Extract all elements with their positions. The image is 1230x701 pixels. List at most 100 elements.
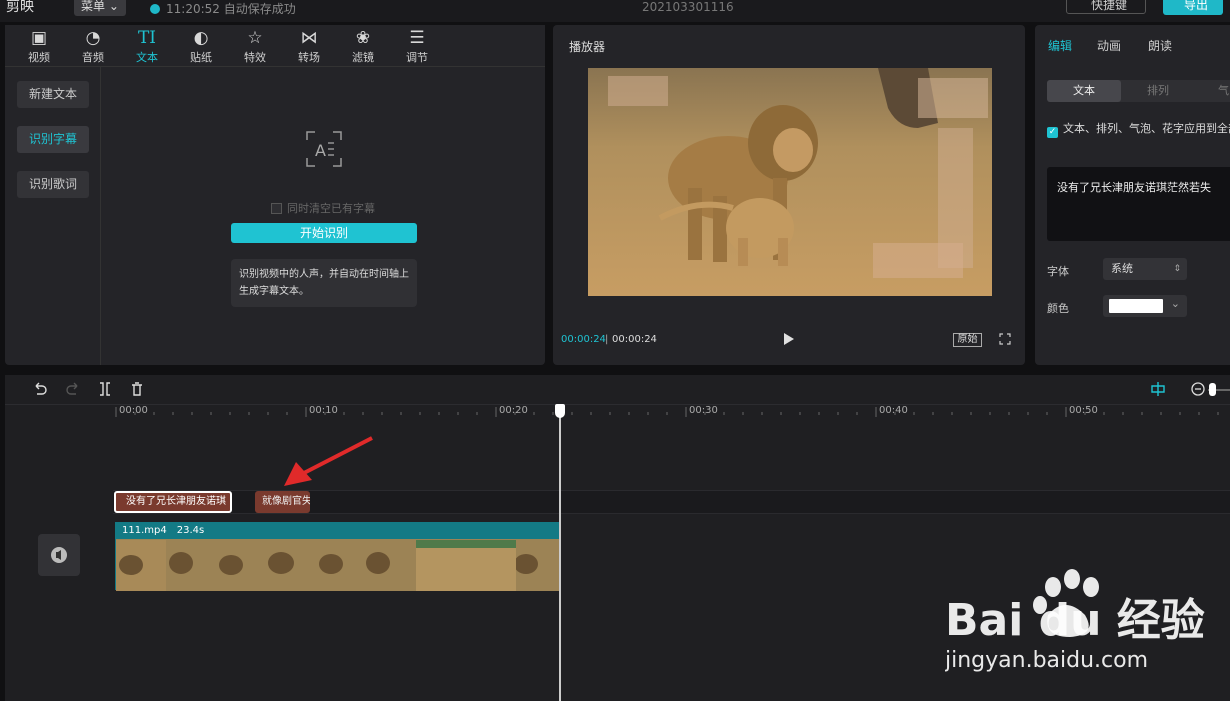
segment-text[interactable]: 文本 (1047, 80, 1121, 102)
original-ratio-button[interactable]: 原始 (953, 333, 982, 347)
recognize-description: 识别视频中的人声，并自动在时间轴上生成字幕文本。 (231, 259, 417, 307)
speaker-icon (51, 547, 67, 563)
redo-icon[interactable] (65, 381, 81, 397)
subtitle-clip-selected[interactable]: 没有了兄长津朋友诺琪 (114, 491, 232, 513)
media-tabs: ▣ 视频 ◔ 音频 TI 文本 ◐ 贴纸 ☆ 特效 ⋈ 转场 ❀ 滤镜 ☰ 调节 (5, 25, 545, 67)
check-icon (150, 4, 160, 14)
tab-label: 调节 (406, 51, 428, 64)
tab-label: 音频 (82, 51, 104, 64)
tab-text[interactable]: TI 文本 (125, 27, 169, 65)
tab-label: 视频 (28, 51, 50, 64)
time-ruler[interactable] (113, 405, 1230, 419)
baidu-jingyan-watermark: Bai du 经验 jingyan.baidu.com (945, 569, 1205, 673)
tab-transition[interactable]: ⋈ 转场 (287, 27, 331, 65)
tick-label: 00:40 (879, 405, 908, 416)
text-sidebar: 新建文本 识别字幕 识别歌词 (5, 67, 101, 365)
undo-icon[interactable] (32, 381, 48, 397)
shortcut-label: 快捷键 (1091, 0, 1128, 12)
clear-subtitles-checkbox[interactable]: 同时清空已有字幕 (271, 200, 375, 216)
effects-icon: ☆ (247, 28, 263, 48)
tab-video[interactable]: ▣ 视频 (17, 27, 61, 65)
play-icon[interactable] (784, 333, 794, 345)
playhead-handle[interactable] (555, 404, 565, 418)
lion-scene-image (588, 68, 992, 296)
current-time: 00:00:24 (561, 334, 606, 345)
segment-arrange[interactable]: 排列 (1147, 80, 1169, 102)
stepper-icon: ⇕ (1173, 264, 1181, 274)
red-arrow-annotation (284, 436, 373, 486)
snap-icon[interactable] (1150, 381, 1166, 397)
timeline-toolbar (5, 375, 1230, 405)
video-clip-header: 111.mp4 23.4s (115, 522, 560, 539)
tab-effects[interactable]: ☆ 特效 (233, 27, 277, 65)
tab-filter[interactable]: ❀ 滤镜 (341, 27, 385, 65)
time-separator: | (605, 334, 609, 345)
tab-adjust[interactable]: ☰ 调节 (395, 27, 439, 65)
watermark-url: jingyan.baidu.com (945, 648, 1148, 673)
color-swatch (1109, 299, 1163, 313)
subtitle-recognize-icon: A (306, 131, 342, 167)
tick-label: 00:30 (689, 405, 718, 416)
text-content-input[interactable]: 没有了兄长津朋友诺琪茫然若失 (1047, 167, 1230, 241)
start-recognize-button[interactable]: 开始识别 (231, 223, 417, 243)
apply-all-checkbox[interactable]: ✓ 文本、排列、气泡、花字应用到全部 (1047, 120, 1230, 138)
zoom-out-icon[interactable] (1190, 381, 1206, 397)
tab-label: 文本 (136, 51, 158, 64)
player-title: 播放器 (569, 40, 606, 54)
tab-edit[interactable]: 编辑 (1048, 37, 1072, 54)
save-status-text: 11:20:52 自动保存成功 (166, 2, 296, 16)
watermark-brand: Bai du 经验 (945, 595, 1205, 646)
tick-label: 00:20 (499, 405, 528, 416)
tab-label: 贴纸 (190, 51, 212, 64)
project-name: 202103301116 (642, 0, 734, 14)
save-status: 11:20:52 自动保存成功 (150, 0, 296, 17)
text-icon: TI (137, 28, 157, 48)
tab-animation[interactable]: 动画 (1097, 37, 1121, 54)
filter-icon: ❀ (355, 28, 371, 48)
recognize-subtitles-button[interactable]: 识别字幕 (17, 126, 89, 153)
sticker-icon: ◐ (193, 28, 209, 48)
track-audio-toggle[interactable] (38, 534, 80, 576)
menu-button[interactable]: 菜单 ⌄ (74, 0, 126, 16)
recognize-lyrics-button[interactable]: 识别歌词 (17, 171, 89, 198)
delete-icon[interactable] (129, 381, 145, 397)
tick-label: 00:10 (309, 405, 338, 416)
tab-label: 特效 (244, 51, 266, 64)
tick-label: 00:50 (1069, 405, 1098, 416)
video-icon: ▣ (30, 28, 48, 48)
zoom-slider-handle[interactable] (1209, 383, 1216, 396)
fullscreen-icon[interactable] (999, 333, 1011, 345)
tab-read-aloud[interactable]: 朗读 (1148, 37, 1172, 54)
tab-label: 滤镜 (352, 51, 374, 64)
tab-sticker[interactable]: ◐ 贴纸 (179, 27, 223, 65)
menu-label: 菜单 (81, 0, 106, 13)
tick-label: 00:00 (119, 405, 148, 416)
export-button[interactable]: 导出 (1163, 0, 1223, 15)
export-label: 导出 (1184, 0, 1209, 12)
video-preview[interactable] (588, 68, 992, 296)
subtitle-clip[interactable]: 就像剧官失 (255, 491, 310, 513)
check-icon: ✓ (1047, 127, 1058, 138)
checkbox-label: 文本、排列、气泡、花字应用到全部 (1063, 122, 1230, 135)
checkbox-box (271, 203, 282, 214)
app-logo: 剪映 (6, 0, 34, 15)
transition-icon: ⋈ (300, 28, 318, 48)
shortcut-button[interactable]: 快捷键 (1066, 0, 1146, 14)
checkbox-label: 同时清空已有字幕 (287, 202, 375, 215)
clip-duration: 23.4s (176, 525, 205, 536)
font-select[interactable]: 系统 ⇕ (1103, 258, 1187, 280)
tab-label: 转场 (298, 51, 320, 64)
clip-name: 111.mp4 (122, 525, 167, 536)
tab-audio[interactable]: ◔ 音频 (71, 27, 115, 65)
split-icon[interactable] (97, 381, 113, 397)
total-time: 00:00:24 (612, 334, 657, 345)
segment-bubble[interactable]: 气 (1218, 80, 1229, 102)
adjust-icon: ☰ (409, 28, 425, 48)
chevron-down-icon: ⌄ (1170, 297, 1180, 310)
font-label: 字体 (1047, 265, 1069, 278)
playhead[interactable] (559, 406, 561, 701)
audio-icon: ◔ (85, 28, 101, 48)
font-value: 系统 (1111, 262, 1133, 275)
new-text-button[interactable]: 新建文本 (17, 81, 89, 108)
svg-text:A: A (315, 141, 326, 160)
